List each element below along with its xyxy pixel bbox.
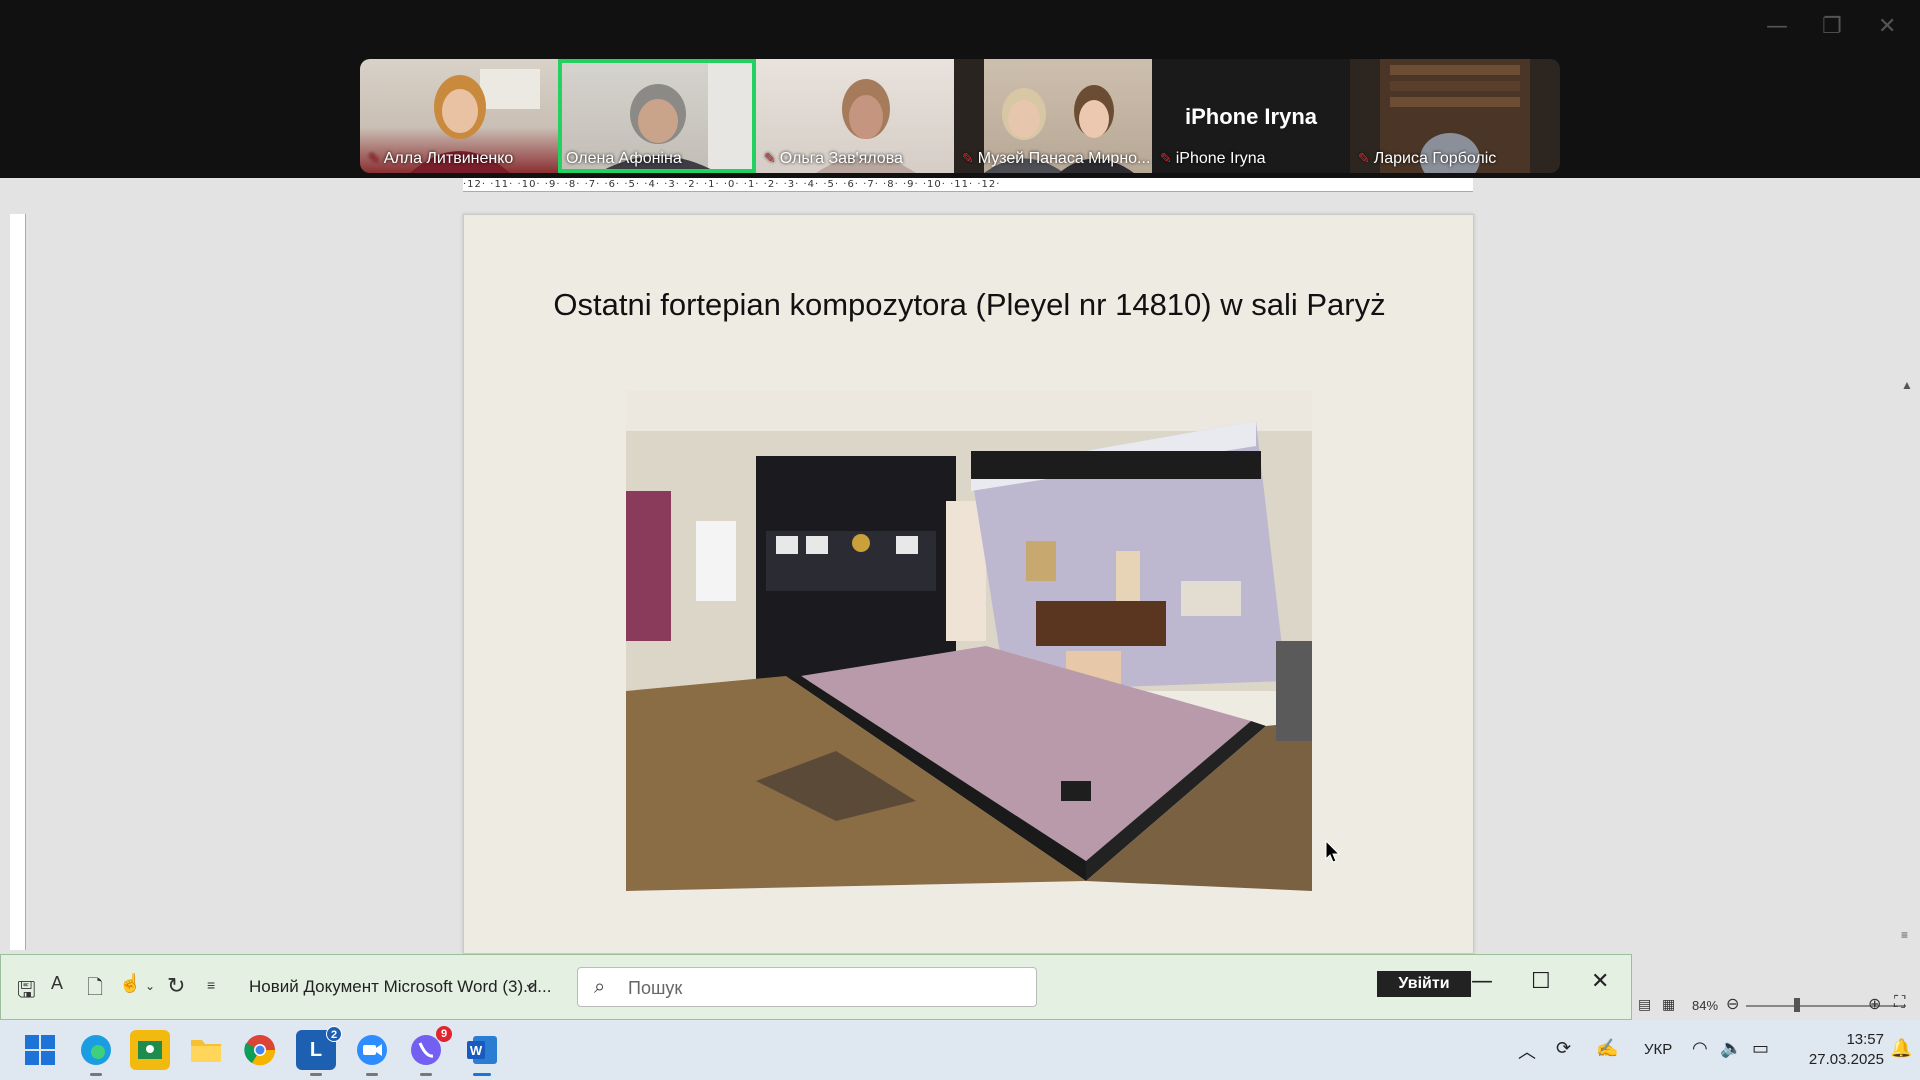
l-icon[interactable]: L 2 — [296, 1026, 342, 1076]
participant-name: ✎ Ольга Зав'ялова — [764, 150, 903, 167]
zoom-restore-button[interactable]: ❐ — [1822, 14, 1842, 39]
participant-name: ✎ Алла Литвиненко — [368, 150, 514, 167]
save-icon[interactable]: 🖫 — [17, 973, 36, 1011]
participant-name: ✎ iPhone Iryna — [1160, 150, 1266, 167]
search-icon: ⌕ — [594, 976, 606, 998]
language-indicator[interactable]: УКР — [1644, 1041, 1672, 1058]
zoom-minimize-button[interactable]: — — [1766, 14, 1788, 39]
zoom-in-icon[interactable]: ⊕ — [1868, 994, 1881, 1014]
scroll-thumb[interactable]: ≡ — [1901, 928, 1908, 942]
classroom-icon[interactable] — [130, 1030, 170, 1070]
scroll-up-icon[interactable]: ▲ — [1901, 378, 1913, 392]
document-page[interactable]: Ostatni fortepian kompozytora (Pleyel nr… — [463, 214, 1474, 954]
windows-icon[interactable] — [20, 1030, 60, 1070]
chevron-up-icon[interactable]: ︿ — [1518, 1038, 1536, 1064]
sync-icon[interactable]: ⟳ — [1556, 1038, 1571, 1059]
zoom-slider[interactable] — [1746, 1005, 1906, 1007]
edge-icon[interactable] — [76, 1030, 116, 1076]
museum-room-photo[interactable] — [626, 391, 1312, 891]
fit-page-icon[interactable]: ⛶ — [1894, 994, 1905, 1012]
participant-tile[interactable]: ✎ Лариса Горболіс — [1350, 59, 1560, 173]
mouse-cursor-icon — [1325, 840, 1341, 863]
participant-tile[interactable]: ✎ Музей Панаса Мирно... — [954, 59, 1152, 173]
participant-tile[interactable]: iPhone Iryna ✎ iPhone Iryna — [1152, 59, 1350, 173]
participant-tile[interactable]: ✎ Алла Литвиненко — [360, 59, 558, 173]
clock-time: 13:57 — [1846, 1031, 1884, 1048]
print-layout-icon[interactable]: ▦ — [1662, 996, 1675, 1013]
battery-icon[interactable]: ▭ — [1752, 1038, 1769, 1059]
viber-icon[interactable]: 9 — [406, 1026, 452, 1076]
word-statusbar: ▤ ▦ 84% ⊖ ⊕ ⛶ — [1630, 990, 1920, 1020]
redo-icon[interactable]: ↻ — [167, 973, 185, 999]
sign-in-button[interactable]: Увійти — [1377, 971, 1471, 997]
word-icon[interactable]: W — [462, 1030, 502, 1076]
participant-name: ✎ Лариса Горболіс — [1358, 150, 1497, 167]
zoom-level[interactable]: 84% — [1692, 998, 1718, 1013]
volume-icon[interactable]: 🔈 — [1720, 1038, 1742, 1059]
zoom-close-button[interactable]: ✕ — [1878, 14, 1896, 39]
participant-strip: ✎ Алла Литвиненко Олена Афоніна ✎ Ольга За… — [360, 59, 1560, 173]
zoom-icon[interactable] — [352, 1030, 392, 1076]
notification-icon[interactable]: 🔔 — [1890, 1038, 1912, 1059]
windows-taskbar: L 2 9 W ︿ ⟳ ✍ УКР ◠ 🔈 ▭ 13:57 27.03.2025… — [0, 1020, 1920, 1080]
document-title[interactable]: Новий Документ Microsoft Word (3).d... — [249, 977, 551, 997]
zoom-video-bar: — ❐ ✕ ✎ Алла Литвиненко Олена Афоніна ✎ … — [0, 0, 1920, 178]
minimize-button[interactable]: — — [1471, 969, 1493, 994]
chevron-down-icon[interactable]: ⌄ — [145, 979, 155, 993]
read-aloud-icon[interactable]: A — [51, 973, 63, 994]
new-document-icon[interactable]: 🗋 — [87, 973, 103, 1007]
word-titlebar: 🖫 A 🗋 ☝ ⌄ ↻ ≡ Новий Документ Microsoft W… — [0, 954, 1632, 1020]
customize-qat-icon[interactable]: ≡ — [207, 977, 215, 993]
clock-date: 27.03.2025 — [1808, 1051, 1884, 1068]
read-mode-icon[interactable]: ▤ — [1638, 996, 1651, 1013]
pen-icon[interactable]: ✍ — [1596, 1038, 1618, 1059]
mic-muted-icon: ✎ — [1160, 150, 1172, 166]
chevron-down-icon[interactable]: ⌄ — [523, 973, 538, 994]
zoom-out-icon[interactable]: ⊖ — [1726, 994, 1739, 1014]
participant-tile-active[interactable]: Олена Афоніна — [558, 59, 756, 173]
close-button[interactable]: ✕ — [1591, 969, 1609, 994]
participant-tile[interactable]: ✎ Ольга Зав'ялова — [756, 59, 954, 173]
mic-muted-icon: ✎ — [1358, 150, 1370, 166]
maximize-button[interactable]: ☐ — [1531, 969, 1551, 994]
folder-icon[interactable] — [186, 1030, 226, 1070]
search-input[interactable]: ⌕ Пошук — [577, 967, 1037, 1007]
mic-muted-icon: ✎ — [368, 150, 380, 166]
slide-title: Ostatni fortepian kompozytora (Pleyel nr… — [553, 287, 1386, 322]
mic-muted-icon: ✎ — [764, 150, 776, 166]
participant-name: Олена Афоніна — [566, 150, 682, 167]
mic-muted-icon: ✎ — [962, 150, 974, 166]
chrome-icon[interactable] — [240, 1030, 280, 1070]
vertical-ruler[interactable] — [10, 214, 26, 950]
document-area: ·12· ·11· ·10· ·9· ·8· ·7· ·6· ·5· ·4· ·… — [0, 178, 1920, 1080]
clock[interactable]: 13:57 27.03.2025 — [1788, 1030, 1884, 1070]
participant-avatar-text: iPhone Iryna — [1184, 104, 1318, 129]
touch-mode-icon[interactable]: ☝ — [119, 973, 141, 994]
wifi-icon[interactable]: ◠ — [1692, 1038, 1708, 1059]
zoom-slider-thumb[interactable] — [1794, 998, 1800, 1012]
vertical-scrollbar[interactable]: ▲ ≡ ▼ — [1896, 378, 1920, 1080]
svg-text:W: W — [470, 1043, 483, 1058]
participant-name: ✎ Музей Панаса Мирно... — [962, 150, 1151, 167]
horizontal-ruler[interactable]: ·12· ·11· ·10· ·9· ·8· ·7· ·6· ·5· ·4· ·… — [463, 178, 1473, 192]
